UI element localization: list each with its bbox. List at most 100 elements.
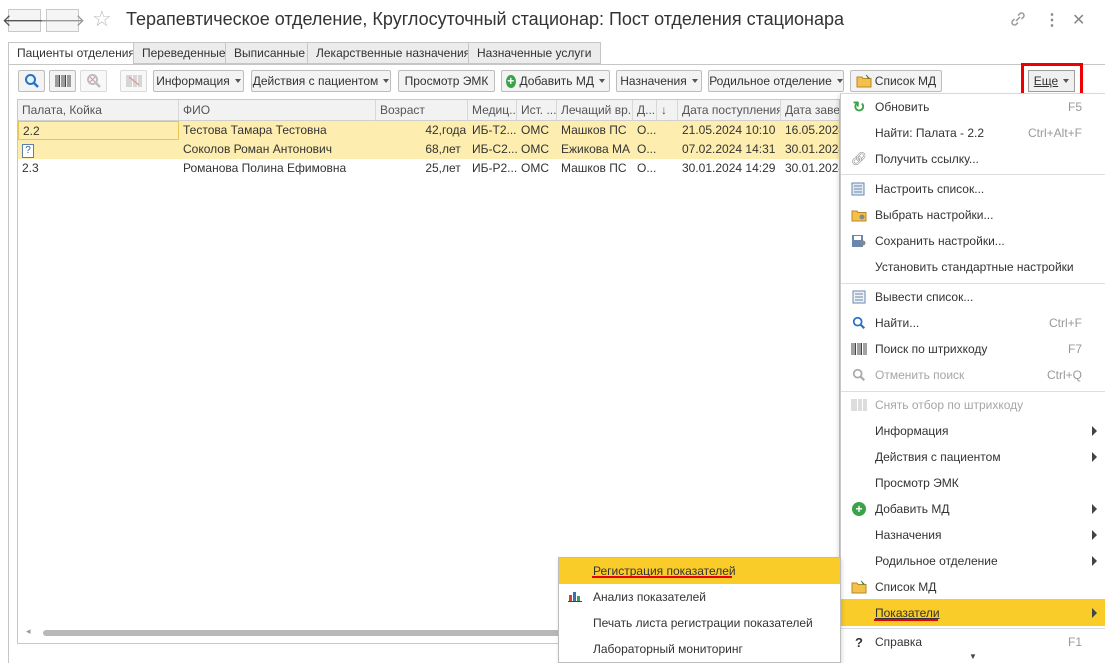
table-row[interactable]: 2.3 Романова Полина Ефимовна 25, лет ИБ-… bbox=[18, 159, 840, 178]
column-header[interactable]: Ист. ... bbox=[517, 100, 557, 121]
back-button[interactable]: 🡐 bbox=[2, 9, 47, 32]
chevron-down-icon bbox=[383, 79, 390, 83]
menu-item-print-list[interactable]: Вывести список... bbox=[841, 284, 1105, 310]
menu-separator bbox=[841, 174, 1105, 175]
bed-cell: 2.3 bbox=[22, 161, 39, 175]
column-header[interactable]: Дата завед... bbox=[781, 100, 839, 121]
column-header[interactable]: ФИО bbox=[179, 100, 376, 121]
column-header[interactable]: Д... bbox=[633, 100, 657, 121]
horizontal-scrollbar[interactable] bbox=[43, 630, 573, 636]
funding-cell: ОМС bbox=[521, 161, 549, 175]
md-list-button[interactable]: Список МД bbox=[850, 70, 942, 92]
submenu-item-lab-monitoring[interactable]: Лабораторный мониторинг bbox=[559, 636, 840, 662]
d-cell: О... bbox=[637, 123, 657, 137]
tab-discharged[interactable]: Выписанные bbox=[225, 42, 315, 64]
menu-item-patient-actions[interactable]: Действия с пациентом bbox=[841, 444, 1105, 470]
menu-item-get-link[interactable]: 🔗︎ Получить ссылку... bbox=[841, 146, 1105, 172]
submenu-item-print-sheet[interactable]: Печать листа регистрации показателей bbox=[559, 610, 840, 636]
more-menu: ↻ Обновить F5 Найти: Палата - 2.2 Ctrl+Alt+… bbox=[840, 93, 1105, 663]
menu-item-find-bed[interactable]: Найти: Палата - 2.2 Ctrl+Alt+F bbox=[841, 120, 1105, 146]
menu-item-default-settings[interactable]: Установить стандартные настройки bbox=[841, 254, 1105, 280]
forward-button[interactable]: 🡒 bbox=[40, 9, 85, 32]
age-unit-cell: лет bbox=[442, 161, 461, 175]
folder-icon bbox=[850, 578, 868, 596]
admit-cell: 21.05.2024 10:10 bbox=[682, 123, 776, 137]
barcode-button[interactable] bbox=[49, 70, 76, 92]
configure-list-icon bbox=[850, 180, 868, 198]
tab-patients[interactable]: Пациенты отделения bbox=[8, 42, 144, 65]
folder-icon bbox=[856, 74, 872, 88]
column-header[interactable]: Лечащий вр... bbox=[557, 100, 633, 121]
menu-item-view-emk[interactable]: Просмотр ЭМК bbox=[841, 470, 1105, 496]
bar-chart-icon bbox=[568, 590, 582, 605]
chevron-down-icon bbox=[234, 79, 241, 83]
scroll-left-icon[interactable]: ◂ bbox=[26, 626, 31, 637]
menu-item-maternity[interactable]: Родильное отделение bbox=[841, 548, 1105, 574]
menu-item-save-settings[interactable]: Сохранить настройки... bbox=[841, 228, 1105, 254]
name-cell: Соколов Роман Антонович bbox=[183, 142, 332, 156]
menu-item-add-md[interactable]: + Добавить МД bbox=[841, 496, 1105, 522]
menu-item-find[interactable]: Найти... Ctrl+F bbox=[841, 310, 1105, 336]
search-button[interactable] bbox=[18, 70, 45, 92]
chevron-right-icon bbox=[1092, 426, 1097, 436]
menu-item-assignments[interactable]: Назначения bbox=[841, 522, 1105, 548]
tab-transferred[interactable]: Переведенные bbox=[133, 42, 235, 64]
menu-item-refresh[interactable]: ↻ Обновить F5 bbox=[841, 94, 1105, 120]
menu-item-barcode[interactable]: Поиск по штрихкоду F7 bbox=[841, 336, 1105, 362]
table-row[interactable]: 2.2 Тестова Тамара Тестовна 42, года ИБ-… bbox=[18, 121, 839, 140]
clear-barcode-button[interactable] bbox=[120, 70, 147, 92]
annotation-underline bbox=[874, 619, 938, 621]
tab-assigned-services[interactable]: Назначенные услуги bbox=[468, 42, 601, 64]
folder-gear-icon bbox=[850, 206, 868, 224]
menu-item-configure[interactable]: Настроить список... bbox=[841, 176, 1105, 202]
patient-actions-button[interactable]: Действия с пациентом bbox=[251, 70, 391, 92]
chevron-down-icon bbox=[836, 79, 843, 83]
close-icon[interactable]: ✕ bbox=[1072, 10, 1085, 30]
d-cell: О... bbox=[637, 142, 657, 156]
column-header[interactable]: Дата поступления bbox=[678, 100, 781, 121]
chevron-right-icon bbox=[1092, 504, 1097, 514]
save-gear-icon bbox=[850, 232, 868, 250]
column-header[interactable]: Медиц... bbox=[468, 100, 517, 121]
column-header[interactable]: Возраст bbox=[376, 100, 468, 121]
menu-item-clear-barcode[interactable]: Снять отбор по штрихкоду bbox=[841, 392, 1105, 418]
assignments-button[interactable]: Назначения bbox=[616, 70, 702, 92]
view-emk-button[interactable]: Просмотр ЭМК bbox=[398, 70, 495, 92]
med-card-cell: ИБ-Т2... bbox=[472, 123, 517, 137]
maternity-button[interactable]: Родильное отделение bbox=[708, 70, 844, 92]
add-md-button[interactable]: + Добавить МД bbox=[501, 70, 610, 92]
question-icon: ? bbox=[22, 144, 34, 158]
scroll-down-icon[interactable]: ▼ bbox=[969, 652, 977, 661]
menu-item-choose-settings[interactable]: Выбрать настройки... bbox=[841, 202, 1105, 228]
annotation-underline bbox=[592, 576, 732, 578]
info-menu-button[interactable]: Информация bbox=[153, 70, 244, 92]
menu-item-info[interactable]: Информация bbox=[841, 418, 1105, 444]
barcode-icon bbox=[55, 75, 70, 87]
admit-cell: 30.01.2024 14:29 bbox=[682, 161, 776, 175]
menu-item-cancel-search[interactable]: Отменить поиск Ctrl+Q bbox=[841, 362, 1105, 388]
menu-item-md-list[interactable]: Список МД bbox=[841, 574, 1105, 600]
created-cell: 30.01.2024 bbox=[785, 161, 840, 175]
kebab-icon[interactable]: ⋮ bbox=[1044, 10, 1060, 30]
tab-drug-assignments[interactable]: Лекарственные назначения bbox=[307, 42, 480, 64]
admit-cell: 07.02.2024 14:31 bbox=[682, 142, 776, 156]
age-cell: 68, bbox=[425, 142, 442, 156]
chevron-right-icon bbox=[1092, 607, 1097, 618]
chevron-right-icon bbox=[1092, 556, 1097, 566]
link-icon[interactable] bbox=[1009, 10, 1027, 33]
doctor-cell: Машков ПС bbox=[561, 161, 627, 175]
submenu-item-analysis[interactable]: Анализ показателей bbox=[559, 584, 840, 610]
arrow-right-icon: 🡒 bbox=[39, 10, 86, 30]
table-row[interactable]: ? Соколов Роман Антонович 68, лет ИБ-С2.… bbox=[18, 140, 839, 159]
cancel-search-button[interactable] bbox=[80, 70, 107, 92]
column-header[interactable]: Палата, Койка bbox=[18, 100, 179, 121]
plus-circle-icon: + bbox=[850, 500, 868, 518]
star-icon[interactable]: ☆ bbox=[92, 6, 112, 32]
submenu-item-register[interactable]: Регистрация показателей bbox=[559, 558, 840, 584]
menu-item-indicators[interactable]: Показатели bbox=[841, 599, 1105, 626]
doctor-cell: Машков ПС bbox=[561, 123, 627, 137]
age-cell: 25, bbox=[425, 161, 442, 175]
chevron-down-icon bbox=[599, 79, 605, 83]
sort-icon[interactable]: ↓ bbox=[657, 100, 678, 121]
link-icon: 🔗︎ bbox=[850, 151, 868, 166]
